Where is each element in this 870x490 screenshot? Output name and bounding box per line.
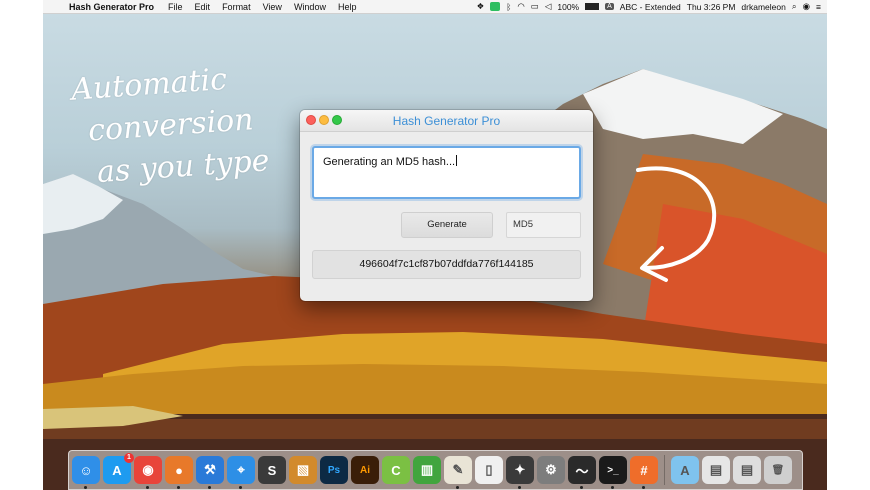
dock-icon-glyph: ● <box>175 462 183 478</box>
window-title: Hash Generator Pro <box>392 114 501 128</box>
documents-stack-icon[interactable]: ▤ <box>733 456 761 484</box>
running-indicator <box>208 486 211 489</box>
text-input-area[interactable]: Generating an MD5 hash... <box>312 146 581 199</box>
hash-output-field[interactable]: 496604f7c1cf87b07ddfda776f144185 <box>312 250 581 279</box>
dock-icon-glyph: 🗑 <box>771 464 785 476</box>
menu-app-name[interactable]: Hash Generator Pro <box>65 2 162 12</box>
dock-icon-glyph: Ps <box>327 464 341 476</box>
dock-icon-glyph: ▥ <box>420 462 434 477</box>
chrome-icon[interactable]: ◉ <box>134 456 162 489</box>
menu-file[interactable]: File <box>162 2 189 12</box>
dock-icon-glyph: ▤ <box>709 462 723 477</box>
dock-icon-glyph: ▯ <box>485 462 493 477</box>
document-icon[interactable]: ▯ <box>475 456 503 484</box>
sublime-icon[interactable]: S <box>258 456 286 484</box>
dock-icon-glyph: A <box>680 462 690 478</box>
finder-icon[interactable]: ☺ <box>72 456 100 489</box>
photoshop-icon[interactable]: Ps <box>320 456 348 484</box>
menu-help[interactable]: Help <box>332 2 363 12</box>
notification-center-icon[interactable]: ≡ <box>816 2 821 12</box>
dock-icon-glyph: Ai <box>360 464 370 476</box>
menubar-user[interactable]: drkameleon <box>741 2 785 12</box>
textedit-icon[interactable]: ✎ <box>444 456 472 489</box>
trash-icon[interactable]: 🗑 <box>764 456 792 484</box>
text-caret <box>456 155 458 166</box>
wifi-icon[interactable]: ◠ <box>517 1 524 12</box>
dock-icon-glyph: ✦ <box>514 462 526 477</box>
app-store-icon[interactable]: A1 <box>103 453 134 484</box>
status-area: ❖ ᛒ ◠ ▭ ◁ 100% A ABC - Extended Thu 3:26… <box>477 1 827 12</box>
menubar-clock[interactable]: Thu 3:26 PM <box>687 2 736 12</box>
spotlight-icon[interactable]: ⌕ <box>792 1 797 12</box>
applications-folder-icon[interactable]: A <box>671 456 699 484</box>
downloads-stack-icon[interactable]: ▤ <box>702 456 730 484</box>
dock-icon-glyph: # <box>640 462 648 478</box>
input-source[interactable]: ABC - Extended <box>620 2 681 12</box>
preview-icon[interactable]: ▧ <box>289 456 317 484</box>
menu-window[interactable]: Window <box>288 2 332 12</box>
safari-icon[interactable]: ✦ <box>506 456 534 489</box>
running-indicator <box>239 486 242 489</box>
dock-icon-glyph: ▧ <box>296 462 310 477</box>
maps-icon[interactable]: ⌖ <box>227 456 255 489</box>
hash-generator-icon[interactable]: # <box>630 456 658 489</box>
menu-format[interactable]: Format <box>216 2 257 12</box>
dock-icon-glyph: ◉ <box>142 462 154 477</box>
dock-separator <box>664 455 665 485</box>
menu-view[interactable]: View <box>257 2 288 12</box>
input-source-badge-icon[interactable]: A <box>605 3 614 10</box>
input-text: Generating an MD5 hash... <box>323 156 456 168</box>
system-preferences-icon[interactable]: ⚙ <box>537 456 565 484</box>
illustrator-icon[interactable]: Ai <box>351 456 379 484</box>
running-indicator <box>146 486 149 489</box>
menu-bar: Hash Generator Pro File Edit Format View… <box>43 0 827 14</box>
dock-icon-glyph: >_ <box>607 464 619 476</box>
dock-icon-glyph: ⚙ <box>545 462 557 477</box>
window-titlebar[interactable]: Hash Generator Pro <box>300 110 593 132</box>
hash-generator-window: Hash Generator Pro Generating an MD5 has… <box>300 110 593 301</box>
menu-edit[interactable]: Edit <box>189 2 217 12</box>
dock-icon-glyph: C <box>391 462 401 478</box>
dock-icon-glyph: ⚒ <box>204 462 216 477</box>
volume-icon[interactable]: ◁ <box>545 1 552 12</box>
curved-arrow-icon <box>636 166 717 282</box>
xcode-icon[interactable]: ⚒ <box>196 456 224 489</box>
dock-icon-glyph: 〜 <box>575 463 589 479</box>
dock-icon-glyph: ✎ <box>452 462 464 477</box>
generate-button[interactable]: Generate <box>401 212 493 238</box>
terminal-icon[interactable]: >_ <box>599 456 627 489</box>
dock-icon-glyph: A <box>112 462 122 478</box>
running-indicator <box>642 486 645 489</box>
running-indicator <box>177 486 180 489</box>
notification-badge: 1 <box>124 453 134 463</box>
running-indicator <box>456 486 459 489</box>
firefox-icon[interactable]: ● <box>165 456 193 489</box>
evernote-icon[interactable] <box>490 2 501 11</box>
dropbox-icon[interactable]: ❖ <box>477 1 485 12</box>
handwritten-annotation: Automatic conversion as you type <box>70 54 298 195</box>
dock-icon-glyph: ☺ <box>79 462 93 478</box>
siri-icon[interactable]: ◉ <box>803 1 810 12</box>
battery-icon[interactable] <box>585 3 600 10</box>
clipboard-icon[interactable]: C <box>382 456 410 484</box>
dock: ☺ A 1 ◉ ● ⚒ ⌖ S ▧ Ps Ai C ▥ ✎ ▯ ✦ ⚙ 〜 >_ # A ▤ ▤ 🗑 <box>68 450 803 490</box>
battery-level[interactable]: 100% <box>557 2 579 12</box>
dock-icon-glyph: ▤ <box>740 462 754 477</box>
activity-monitor-icon[interactable]: 〜 <box>568 456 596 489</box>
running-indicator <box>84 486 87 489</box>
dock-icon-glyph: S <box>267 462 277 478</box>
dock-icon-glyph: ⌖ <box>237 462 245 477</box>
numbers-icon[interactable]: ▥ <box>413 456 441 484</box>
algorithm-field[interactable]: MD5 <box>506 212 581 238</box>
bluetooth-icon[interactable]: ᛒ <box>506 2 511 12</box>
airplay-icon[interactable]: ▭ <box>531 1 539 12</box>
running-indicator <box>518 486 521 489</box>
running-indicator <box>611 486 614 489</box>
running-indicator <box>580 486 583 489</box>
